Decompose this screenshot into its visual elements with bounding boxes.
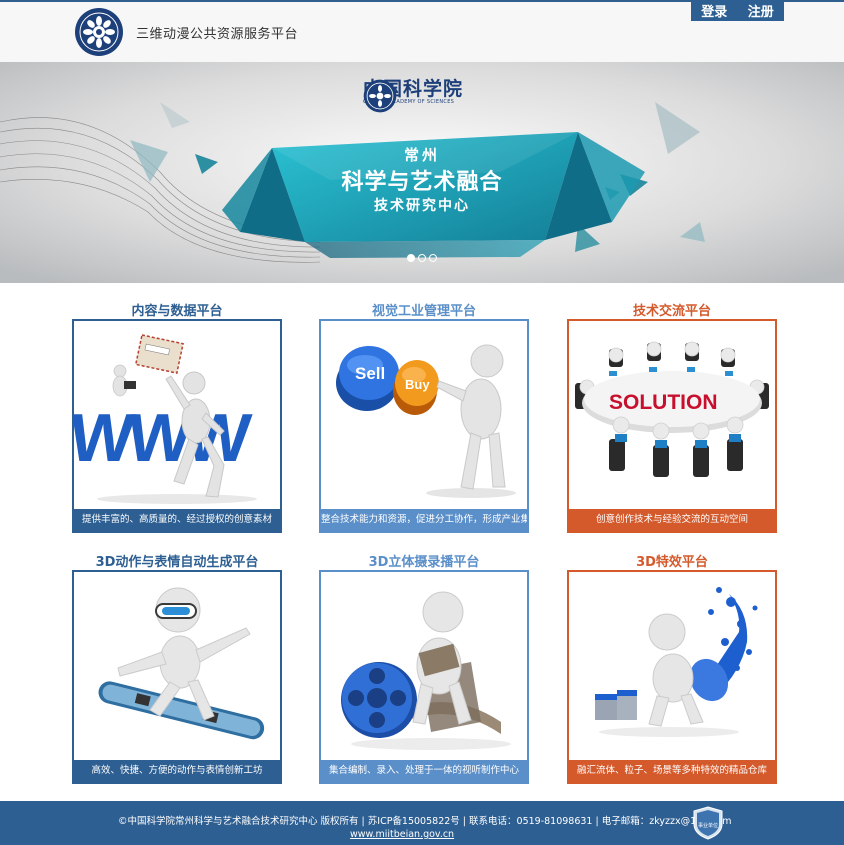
banner-line-3: 技术研究中心 [374,198,470,214]
government-badge-icon[interactable]: 事业单位 [692,806,724,840]
card-image-link[interactable]: 集合编制、录入、处理于一体的视听制作中心 [319,570,529,784]
slider-dot[interactable] [429,254,437,262]
card-caption: 提供丰富的、高质量的、经过授权的创意素材 [74,509,280,531]
slider-dots [407,254,437,262]
card-title[interactable]: 视觉工业管理平台 [319,300,529,319]
banner-logo: 中国科学院 CHINESE ACADEMY OF SCIENCES [363,79,463,113]
card-image-link[interactable]: 高效、快捷、方便的动作与表情创新工坊 [72,570,282,784]
footer-copyright: ©中国科学院常州科学与艺术融合技术研究中心 版权所有 | 苏ICP备150058… [118,816,732,827]
card-image-link[interactable]: WWW 提供丰富的、高质量的、经过授权的创意素材 [72,319,282,533]
card-image-link[interactable]: SOLUTION 创意创作技术与经验交流的互动空间 [567,319,777,533]
svg-text:Sell: Sell [355,364,385,383]
paint-splash-icon [569,572,775,760]
auth-bar: 登录 注册 [691,0,784,21]
card-caption: 创意创作技术与经验交流的互动空间 [569,509,775,531]
footer: ©中国科学院常州科学与艺术融合技术研究中心 版权所有 | 苏ICP备150058… [0,801,844,845]
card-title[interactable]: 3D立体摄录播平台 [319,551,529,570]
card-image-link[interactable]: 融汇流体、粒子、场景等多种特效的精品仓库 [567,570,777,784]
sell-buy-buttons-icon: Sell Buy [321,321,527,509]
banner-line-2: 科学与艺术融合 [341,170,503,195]
solution-table-icon: SOLUTION [569,321,775,509]
icp-link[interactable]: www.miitbeian.gov.cn [350,829,454,840]
svg-text:WWW: WWW [74,400,255,476]
card-image-link[interactable]: Sell Buy 整合技术能力和资源，促进分工协作，形成产业集聚 [319,319,529,533]
svg-text:Buy: Buy [405,377,430,392]
www-figure-icon: WWW [74,321,280,509]
slider-dot[interactable] [407,254,415,262]
site-title: 三维动漫公共资源服务平台 [136,27,299,42]
slider-dot[interactable] [418,254,426,262]
card-caption: 融汇流体、粒子、场景等多种特效的精品仓库 [569,760,775,782]
card-caption: 高效、快捷、方便的动作与表情创新工坊 [74,760,280,782]
register-link[interactable]: 注册 [748,1,774,20]
svg-text:SOLUTION: SOLUTION [609,391,718,414]
card-caption: 集合编制、录入、处理于一体的视听制作中心 [321,760,527,782]
hero-banner[interactable]: 中国科学院 CHINESE ACADEMY OF SCIENCES 常州 科学与… [0,62,844,283]
banner-line-1: 常州 [403,146,440,164]
card-title[interactable]: 内容与数据平台 [72,300,282,319]
card-title[interactable]: 3D特效平台 [567,551,777,570]
login-link[interactable]: 登录 [701,1,727,20]
card-title[interactable]: 3D动作与表情自动生成平台 [72,551,282,570]
film-reel-icon [321,572,527,760]
badge-text: 事业单位 [698,822,718,829]
cas-logo-icon[interactable] [74,7,124,57]
card-title[interactable]: 技术交流平台 [567,300,777,319]
cas-banner-logo-icon [363,79,397,113]
card-caption: 整合技术能力和资源，促进分工协作，形成产业集聚 [321,509,527,531]
snowboard-figure-icon [74,572,280,760]
